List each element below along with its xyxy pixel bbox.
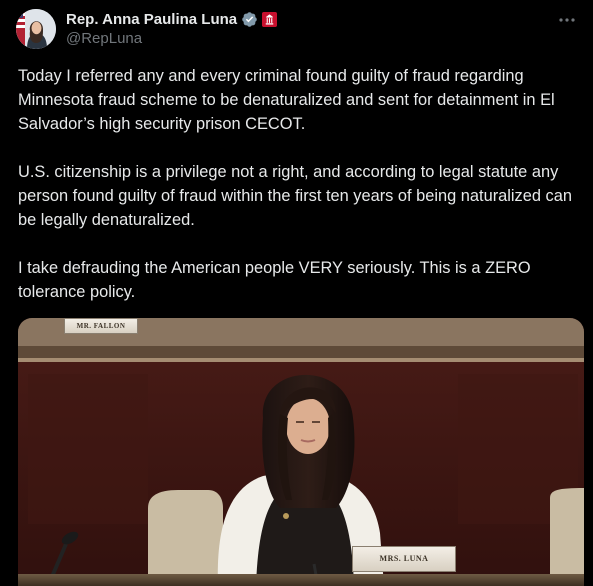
handle[interactable]: @RepLuna (66, 30, 277, 47)
tweet-paragraph: Today I referred any and every criminal … (18, 67, 555, 133)
display-name[interactable]: Rep. Anna Paulina Luna (66, 11, 237, 28)
placard-left: MR. FALLON (64, 318, 138, 334)
tweet-media-image[interactable]: MR. FALLON MRS. LUNA (18, 318, 584, 586)
more-options-icon[interactable] (557, 10, 577, 30)
us-congress-badge-icon[interactable] (262, 11, 278, 27)
avatar-image (16, 9, 56, 49)
hearing-photo (18, 318, 584, 586)
name-row: Rep. Anna Paulina Luna (66, 9, 278, 29)
tweet-text: Today I referred any and every criminal … (18, 64, 584, 328)
tweet-paragraph: I take defrauding the American people VE… (18, 259, 531, 301)
tweet-card[interactable]: Rep. Anna Paulina Luna @RepLuna Today I … (0, 0, 593, 586)
tweet-header: Rep. Anna Paulina Luna @RepLuna (66, 9, 278, 47)
placard-front: MRS. LUNA (352, 546, 456, 572)
verified-badge-icon[interactable] (241, 11, 258, 28)
tweet-paragraph: U.S. citizenship is a privilege not a ri… (18, 163, 572, 229)
avatar[interactable] (16, 9, 56, 49)
